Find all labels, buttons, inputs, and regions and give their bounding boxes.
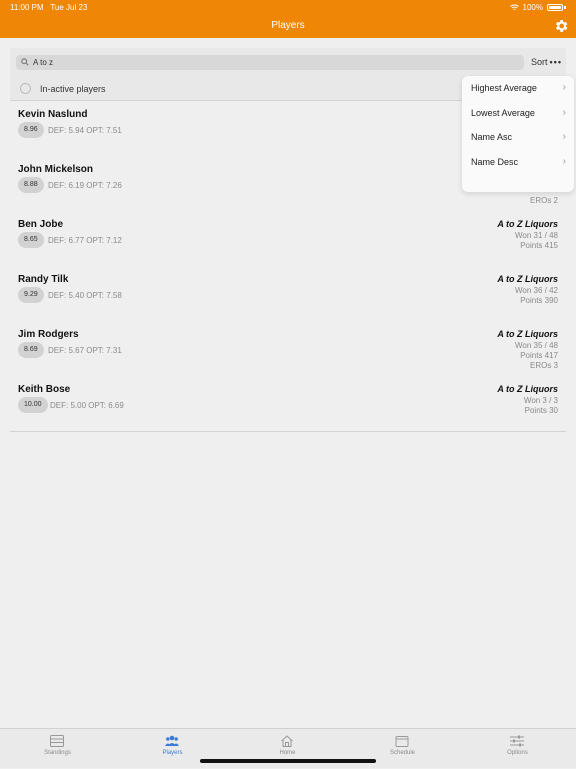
battery-percent: 100% <box>522 3 543 12</box>
search-icon <box>21 58 29 66</box>
battery-icon <box>547 4 563 11</box>
player-points: Points 390 <box>520 296 558 305</box>
player-row[interactable]: Ben Jobe 8.65 DEF: 6.77 OPT: 7.12 A to Z… <box>0 212 576 267</box>
player-row[interactable]: Randy Tilk 9.29 DEF: 5.40 OPT: 7.58 A to… <box>0 267 576 322</box>
players-icon <box>165 735 179 746</box>
tab-home[interactable]: Home <box>230 729 345 769</box>
calendar-icon <box>395 736 409 747</box>
sort-button[interactable]: Sort ••• <box>531 57 562 67</box>
player-stats: DEF: 6.77 OPT: 7.12 <box>48 236 122 245</box>
home-indicator <box>200 759 376 763</box>
average-badge: 8.88 <box>18 177 44 193</box>
player-eros: EROs 2 <box>529 196 558 205</box>
player-won: Won 3 / 3 <box>523 396 558 405</box>
average-badge: 8.96 <box>18 122 44 138</box>
sliders-icon <box>510 735 524 747</box>
status-bar: 11:00 PM Tue Jul 23 100% <box>0 0 576 14</box>
player-name: Jim Rodgers <box>18 329 79 340</box>
player-stats: DEF: 5.67 OPT: 7.31 <box>48 346 122 355</box>
sort-name-desc[interactable]: Name Desc › <box>462 150 574 174</box>
player-name: Ben Jobe <box>18 219 64 230</box>
player-name: John Mickelson <box>18 164 94 175</box>
status-time: 11:00 PM Tue Jul 23 <box>10 3 88 12</box>
inactive-players-label: In-active players <box>40 84 106 94</box>
player-stats: DEF: 5.00 OPT: 6.69 <box>50 401 124 410</box>
search-bar[interactable] <box>16 55 524 70</box>
player-eros: EROs 3 <box>529 361 558 370</box>
player-name: Keith Bose <box>18 384 71 395</box>
player-won: Won 36 / 42 <box>515 286 558 295</box>
more-icon: ••• <box>549 57 562 67</box>
player-name: Randy Tilk <box>18 274 69 285</box>
chevron-right-icon: › <box>562 82 566 93</box>
player-points: Points 417 <box>520 351 558 360</box>
sort-lowest-average[interactable]: Lowest Average › <box>462 101 574 125</box>
status-right: 100% <box>509 3 566 12</box>
player-stats: DEF: 5.40 OPT: 7.58 <box>48 291 122 300</box>
home-icon <box>281 735 293 747</box>
tab-schedule[interactable]: Schedule <box>345 729 460 769</box>
chevron-right-icon: › <box>562 156 566 167</box>
player-stats: DEF: 5.94 OPT: 7.51 <box>48 126 122 135</box>
sort-name-asc[interactable]: Name Asc › <box>462 125 574 149</box>
tab-players[interactable]: Players <box>115 729 230 769</box>
gear-icon[interactable] <box>553 18 569 34</box>
chevron-right-icon: › <box>562 107 566 118</box>
average-badge: 8.69 <box>18 342 44 358</box>
sort-label: Sort <box>531 57 548 67</box>
player-team: A to Z Liquors <box>497 219 558 229</box>
tab-options[interactable]: Options <box>460 729 575 769</box>
average-badge: 10.00 <box>18 397 48 413</box>
player-team: A to Z Liquors <box>497 274 558 284</box>
player-row[interactable]: Keith Bose 10.00 DEF: 5.00 OPT: 6.69 A t… <box>0 377 576 432</box>
player-points: Points 30 <box>524 406 558 415</box>
wifi-icon <box>509 4 519 10</box>
sort-highest-average[interactable]: Highest Average › <box>462 76 574 100</box>
inactive-players-radio[interactable] <box>20 83 31 94</box>
divider <box>10 431 566 432</box>
average-badge: 8.65 <box>18 232 44 248</box>
search-input[interactable] <box>33 55 513 70</box>
player-points: Points 415 <box>520 241 558 250</box>
chevron-right-icon: › <box>562 131 566 142</box>
average-badge: 9.29 <box>18 287 44 303</box>
player-won: Won 35 / 48 <box>515 341 558 350</box>
player-name: Kevin Naslund <box>18 109 88 120</box>
player-won: Won 31 / 48 <box>515 231 558 240</box>
player-team: A to Z Liquors <box>497 329 558 339</box>
player-row[interactable]: Jim Rodgers 8.69 DEF: 5.67 OPT: 7.31 A t… <box>0 322 576 377</box>
player-team: A to Z Liquors <box>497 384 558 394</box>
player-stats: DEF: 6.19 OPT: 7.26 <box>48 181 122 190</box>
sort-menu: Highest Average › Lowest Average › Name … <box>462 76 574 192</box>
nav-bar: 11:00 PM Tue Jul 23 100% Players <box>0 0 576 38</box>
page-title: Players <box>271 20 305 31</box>
tab-standings[interactable]: Standings <box>0 729 115 769</box>
standings-icon <box>50 735 64 747</box>
